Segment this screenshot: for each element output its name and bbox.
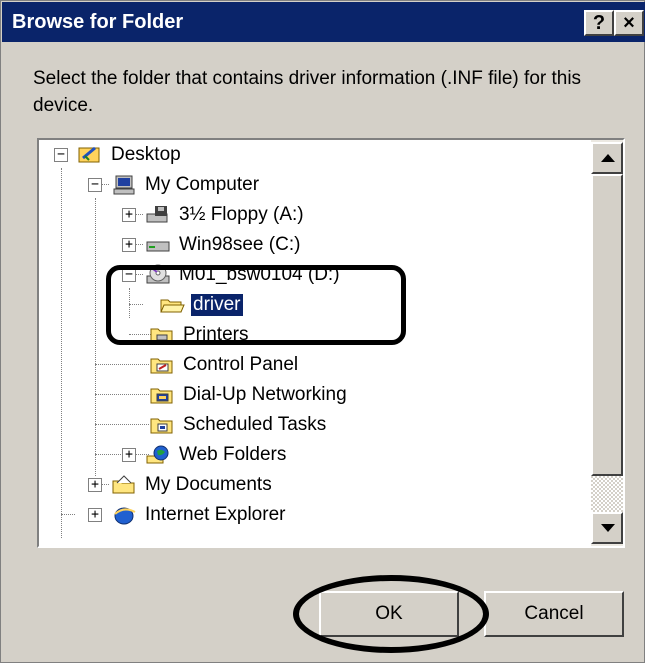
tree-item-label: Control Panel [183,354,299,375]
scroll-thumb[interactable] [591,174,623,476]
tree-item-label: My Computer [145,174,260,195]
tree-item-label: 3½ Floppy (A:) [179,204,304,225]
scroll-up-button[interactable] [591,142,623,174]
tree-line [95,424,149,425]
collapse-toggle[interactable]: − [88,178,102,192]
my-documents-icon [111,474,137,496]
floppy-drive-icon [145,204,171,226]
title-bar: Browse for Folder ? × [2,2,645,42]
tree-item-label: Win98see (C:) [179,234,301,255]
my-computer-icon [111,174,137,196]
highlight-oval [293,575,489,653]
tree-line [61,514,75,515]
desktop-icon [77,144,103,166]
tree-item-floppy[interactable]: 3½ Floppy (A:) [145,200,306,230]
expand-toggle[interactable]: + [122,448,136,462]
tree-item-label: My Documents [145,474,272,495]
hard-drive-icon [145,234,171,256]
scheduled-tasks-icon [149,414,175,436]
tree-item-scheduled-tasks[interactable]: Scheduled Tasks [149,410,328,440]
tree-item-my-documents[interactable]: My Documents [111,470,274,500]
help-button[interactable]: ? [584,10,614,36]
tree-line [95,364,149,365]
arrow-down-icon [601,524,615,532]
expand-toggle[interactable]: + [122,238,136,252]
tree-item-internet-explorer[interactable]: Internet Explorer [111,500,287,530]
arrow-up-icon [601,154,615,162]
expand-toggle[interactable]: + [122,208,136,222]
tree-line [61,168,62,538]
cancel-button[interactable]: Cancel [484,591,624,637]
expand-toggle[interactable]: + [88,478,102,492]
tree-item-label: Internet Explorer [145,504,286,525]
internet-explorer-icon [111,504,137,526]
tree-item-label: Desktop [111,144,181,165]
web-folders-icon [145,444,171,466]
tree-line [95,394,149,395]
close-button[interactable]: × [614,10,644,36]
tree-item-label: Web Folders [179,444,287,465]
control-panel-icon [149,354,175,376]
prompt-text: Select the folder that contains driver i… [33,68,582,116]
tree-item-web-folders[interactable]: Web Folders [145,440,288,470]
expand-toggle[interactable]: + [88,508,102,522]
vertical-scrollbar[interactable] [591,140,623,546]
tree-item-desktop[interactable]: Desktop [77,140,183,170]
tree-line [95,198,96,476]
highlight-rectangle [106,265,406,345]
tree-item-my-computer[interactable]: My Computer [111,170,261,200]
browse-for-folder-dialog: Browse for Folder ? × Select the folder … [0,0,645,663]
tree-item-label: Scheduled Tasks [183,414,327,435]
dialup-networking-icon [149,384,175,406]
window-title: Browse for Folder [12,11,184,33]
tree-item-dialup-networking[interactable]: Dial-Up Networking [149,380,349,410]
tree-item-control-panel[interactable]: Control Panel [149,350,300,380]
tree-item-label: Dial-Up Networking [183,384,347,405]
scroll-down-button[interactable] [591,512,623,544]
scroll-track[interactable] [591,476,623,512]
collapse-toggle[interactable]: − [54,148,68,162]
tree-item-drive-c[interactable]: Win98see (C:) [145,230,302,260]
